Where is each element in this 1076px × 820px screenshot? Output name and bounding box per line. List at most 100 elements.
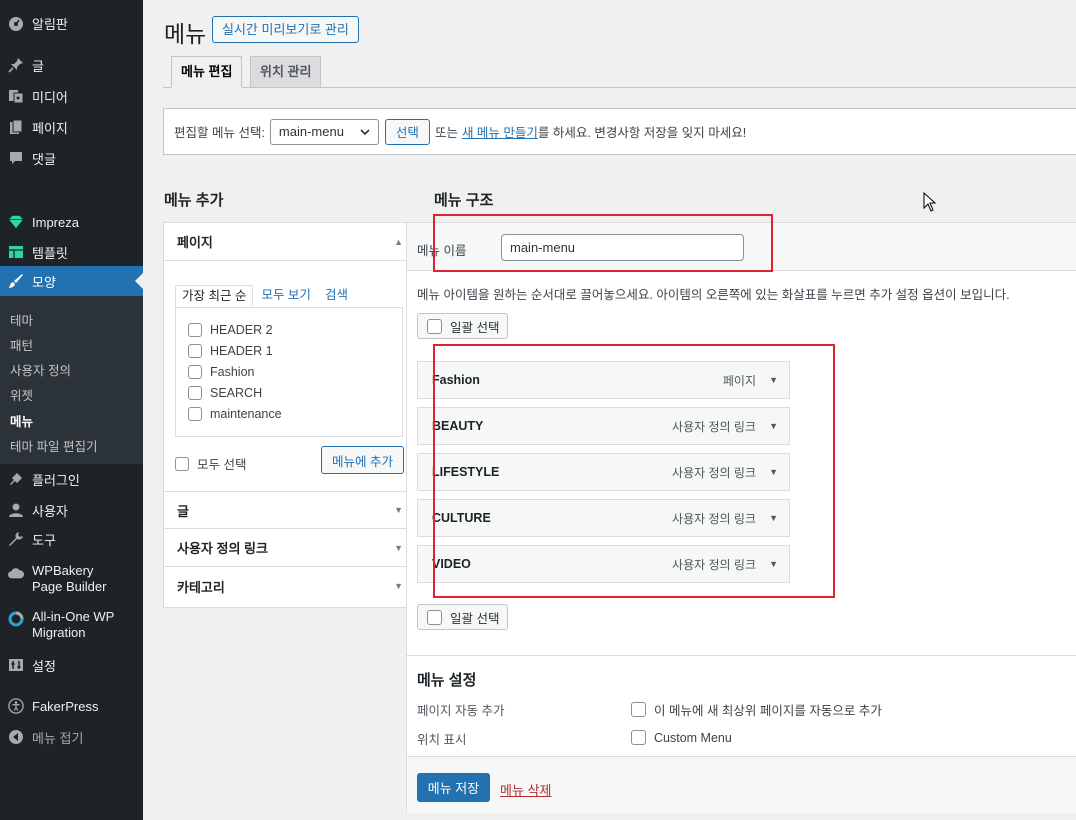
section-title: 글 <box>177 503 189 519</box>
template-icon <box>8 244 24 260</box>
sidebar-item-wpbakery[interactable]: WPBakery Page Builder <box>0 563 143 603</box>
page-label: SEARCH <box>210 386 263 400</box>
sidebar-item-label: 댓글 <box>32 151 56 167</box>
custom-links-section-header[interactable]: 사용자 정의 링크 ▼ <box>164 529 415 567</box>
section-title: 카테고리 <box>177 579 225 595</box>
save-menu-button[interactable]: 메뉴 저장 <box>417 773 490 802</box>
delete-menu-link[interactable]: 메뉴 삭제 <box>500 780 551 799</box>
checkbox[interactable] <box>188 344 202 358</box>
sidebar-item-label: 메뉴 접기 <box>32 730 84 746</box>
select-all-pages[interactable]: 모두 선택 <box>175 454 246 473</box>
sidebar-item-label: 사용자 <box>32 503 68 519</box>
submenu-item-patterns[interactable]: 패턴 <box>10 335 33 354</box>
list-item[interactable]: maintenance <box>188 407 282 421</box>
submenu-item-themes[interactable]: 테마 <box>10 310 33 329</box>
chevron-down-icon <box>360 124 370 139</box>
tab-manage-locations[interactable]: 위치 관리 <box>250 56 322 88</box>
page-icon <box>8 119 24 135</box>
sidebar-item-pages[interactable]: 페이지 <box>0 112 143 142</box>
collapse-icon <box>8 729 24 745</box>
posts-section-header[interactable]: 글 ▼ <box>164 491 415 529</box>
bulk-select-button-bottom[interactable]: 일괄 선택 <box>417 604 508 630</box>
highlight-box-menu-name <box>433 214 773 272</box>
menu-settings-heading: 메뉴 설정 <box>417 672 477 689</box>
page-label: Fashion <box>210 365 255 379</box>
sidebar-item-appearance[interactable]: 모양 <box>0 266 143 296</box>
sidebar-item-templates[interactable]: 템플릿 <box>0 237 143 267</box>
submenu-item-widgets[interactable]: 위젯 <box>10 385 33 404</box>
bulk-select-label: 일괄 선택 <box>450 611 500 626</box>
checkbox[interactable] <box>188 386 202 400</box>
collapse-menu-button[interactable]: 메뉴 접기 <box>0 722 143 752</box>
sidebar-item-plugins[interactable]: 플러그인 <box>0 464 143 494</box>
submenu-item-customize[interactable]: 사용자 정의 <box>10 360 71 379</box>
sidebar-item-label: 도구 <box>32 532 56 548</box>
checkbox[interactable] <box>188 365 202 379</box>
checkbox[interactable] <box>188 323 202 337</box>
save-reminder-text: 를 하세요. 변경사항 저장을 잊지 마세요! <box>537 126 747 140</box>
appearance-submenu: 테마 패턴 사용자 정의 위젯 메뉴 테마 파일 편집기 <box>0 296 143 464</box>
add-to-menu-button[interactable]: 메뉴에 추가 <box>321 446 404 474</box>
mouse-cursor-icon <box>923 191 937 212</box>
admin-sidebar: 알림판 글 미디어 페이지 댓글 Impreza 템플릿 모양 테마 패턴 사용… <box>0 0 143 820</box>
triangle-down-icon: ▼ <box>394 505 403 515</box>
auto-add-pages-option[interactable]: 이 메뉴에 새 최상위 페이지를 자동으로 추가 <box>631 700 882 719</box>
checkbox[interactable] <box>188 407 202 421</box>
checkbox[interactable] <box>427 609 442 625</box>
sidebar-item-comments[interactable]: 댓글 <box>0 143 143 173</box>
sidebar-item-settings[interactable]: 설정 <box>0 650 143 680</box>
sidebar-item-aio-migration[interactable]: All-in-One WP Migration <box>0 609 143 649</box>
accessibility-icon <box>8 698 24 714</box>
custom-menu-location-option[interactable]: Custom Menu <box>631 730 732 745</box>
auto-add-label: 페이지 자동 추가 <box>417 704 505 718</box>
sidebar-item-label: 알림판 <box>32 16 68 32</box>
sidebar-item-impreza[interactable]: Impreza <box>0 207 143 237</box>
add-menu-items-accordion: 페이지 ▲ 가장 최근 순 모두 보기 검색 HEADER 2 HEADER 1… <box>163 222 416 608</box>
sidebar-item-tools[interactable]: 도구 <box>0 524 143 554</box>
checkbox[interactable] <box>631 730 646 745</box>
settings-icon <box>8 657 24 673</box>
list-item[interactable]: HEADER 1 <box>188 344 273 358</box>
select-menu-label: 편집할 메뉴 선택: <box>174 126 265 140</box>
sidebar-item-posts[interactable]: 글 <box>0 50 143 80</box>
main-content: 메뉴 실시간 미리보기로 관리 메뉴 편집 위치 관리 편집할 메뉴 선택: m… <box>143 0 1076 820</box>
menu-instructions: 메뉴 아이템을 원하는 순서대로 끌어놓으세요. 아이템의 오른쪽에 있는 화살… <box>417 288 1010 302</box>
sidebar-item-users[interactable]: 사용자 <box>0 495 143 525</box>
list-item[interactable]: HEADER 2 <box>188 323 273 337</box>
sidebar-item-media[interactable]: 미디어 <box>0 81 143 111</box>
sidebar-item-dashboard[interactable]: 알림판 <box>0 8 143 38</box>
categories-section-header[interactable]: 카테고리 ▼ <box>164 567 415 605</box>
sidebar-item-label: 모양 <box>32 274 56 290</box>
manage-menus-bar: 편집할 메뉴 선택: main-menu 선택 또는 새 메뉴 만들기 를 하세… <box>163 108 1076 155</box>
list-item[interactable]: Fashion <box>188 365 254 379</box>
tab-edit-menus[interactable]: 메뉴 편집 <box>171 56 243 88</box>
sidebar-item-label: 페이지 <box>32 120 68 136</box>
dashboard-icon <box>8 15 24 31</box>
tab-search[interactable]: 검색 <box>319 285 354 307</box>
highlight-box-menu-items <box>433 344 835 598</box>
section-title: 사용자 정의 링크 <box>177 541 268 556</box>
checkbox[interactable] <box>631 702 646 717</box>
display-location-label: 위치 표시 <box>417 733 467 747</box>
submenu-item-menus[interactable]: 메뉴 <box>10 411 33 430</box>
checkbox[interactable] <box>175 456 189 471</box>
user-icon <box>8 502 24 518</box>
live-preview-button[interactable]: 실시간 미리보기로 관리 <box>212 16 359 43</box>
triangle-down-icon: ▼ <box>394 581 403 591</box>
tab-view-all[interactable]: 모두 보기 <box>255 285 316 307</box>
menu-structure-heading: 메뉴 구조 <box>434 192 494 209</box>
triangle-down-icon: ▼ <box>394 542 403 553</box>
checkbox[interactable] <box>427 318 442 334</box>
list-item[interactable]: SEARCH <box>188 386 262 400</box>
select-all-label: 모두 선택 <box>197 458 247 472</box>
submenu-item-theme-file-editor[interactable]: 테마 파일 편집기 <box>10 436 97 455</box>
sidebar-item-fakerpress[interactable]: FakerPress <box>0 691 143 721</box>
menu-select-dropdown[interactable]: main-menu <box>269 118 379 145</box>
select-menu-button[interactable]: 선택 <box>384 118 430 145</box>
pages-section-header[interactable]: 페이지 ▲ <box>164 223 415 261</box>
bulk-select-button[interactable]: 일괄 선택 <box>417 313 508 339</box>
sidebar-item-label: 설정 <box>32 658 56 674</box>
sidebar-item-label: WPBakery Page Builder <box>32 563 107 594</box>
create-menu-link[interactable]: 새 메뉴 만들기 <box>462 122 538 141</box>
tab-most-recent[interactable]: 가장 최근 순 <box>175 285 254 307</box>
